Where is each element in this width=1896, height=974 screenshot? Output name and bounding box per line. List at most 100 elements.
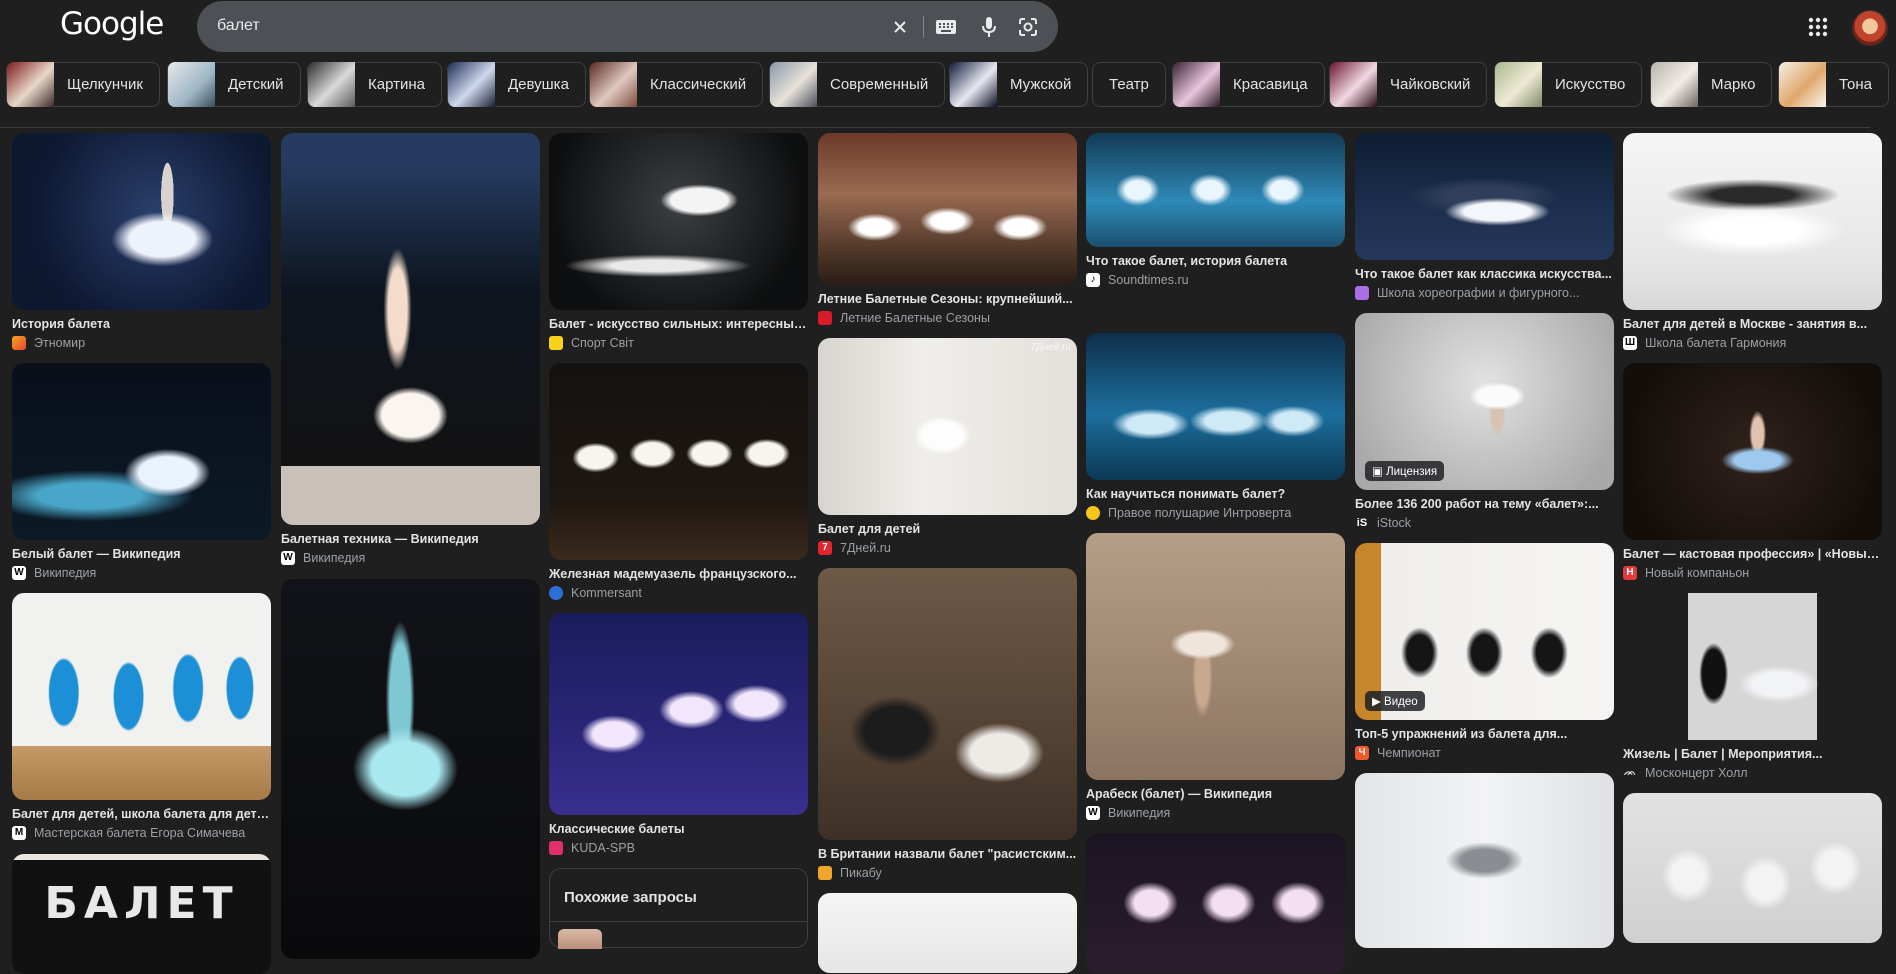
- result-image[interactable]: [281, 579, 540, 959]
- result-card[interactable]: 7Дней.ru Балет для детей 7 7Дней.ru: [818, 338, 1077, 556]
- result-image[interactable]: [549, 363, 808, 560]
- chip-klassicheskiy[interactable]: Классический: [589, 62, 764, 107]
- result-title[interactable]: Белый балет — Википедия: [12, 546, 271, 562]
- result-source[interactable]: Н Новый компаньон: [1623, 564, 1882, 581]
- result-card[interactable]: Как научиться понимать балет? Правое пол…: [1086, 333, 1345, 521]
- result-source[interactable]: Летние Балетные Сезоны: [818, 309, 1077, 326]
- result-card[interactable]: Балет для детей, школа балета для дете..…: [12, 593, 271, 841]
- result-image[interactable]: [549, 133, 808, 310]
- result-source[interactable]: ᨏ Москонцерт Холл: [1623, 764, 1882, 781]
- chip-tona[interactable]: Тона: [1778, 62, 1889, 107]
- result-source[interactable]: Ш Школа балета Гармония: [1623, 334, 1882, 351]
- chip-sovremenniy[interactable]: Современный: [769, 62, 946, 107]
- result-title[interactable]: Балет для детей в Москве - занятия в...: [1623, 316, 1882, 332]
- result-card[interactable]: В Британии назвали балет "расистским... …: [818, 568, 1077, 881]
- keyboard-icon[interactable]: [933, 14, 959, 40]
- result-card[interactable]: Что такое балет как классика искусства..…: [1355, 133, 1614, 301]
- result-source[interactable]: 7 7Дней.ru: [818, 539, 1077, 556]
- result-title[interactable]: Топ-5 упражнений из балета для...: [1355, 726, 1614, 742]
- result-image[interactable]: [1355, 133, 1614, 260]
- result-image[interactable]: ▣ Лицензия: [1355, 313, 1614, 490]
- result-image[interactable]: [1086, 533, 1345, 780]
- result-title[interactable]: Балет — кастовая профессия» | «Новый...: [1623, 546, 1882, 562]
- result-card[interactable]: Что такое балет, история балета ♪ Soundti…: [1086, 133, 1345, 288]
- result-title[interactable]: Более 136 200 работ на тему «балет»:...: [1355, 496, 1614, 512]
- result-card[interactable]: Белый балет — Википедия W Википедия: [12, 363, 271, 581]
- result-source[interactable]: Ч Чемпионат: [1355, 744, 1614, 761]
- chip-krasavitsa[interactable]: Красавица: [1172, 62, 1325, 107]
- result-card[interactable]: История балета Этномир: [12, 133, 271, 351]
- account-avatar[interactable]: [1852, 10, 1888, 46]
- result-source[interactable]: iS iStock: [1355, 514, 1614, 531]
- result-title[interactable]: В Британии назвали балет "расистским...: [818, 846, 1077, 862]
- result-source[interactable]: ♪ Soundtimes.ru: [1086, 271, 1345, 288]
- result-card[interactable]: [1623, 793, 1882, 943]
- result-source[interactable]: W Википедия: [12, 564, 271, 581]
- result-image[interactable]: [818, 133, 1077, 285]
- result-source[interactable]: Школа хореографии и фигурного...: [1355, 284, 1614, 301]
- result-image[interactable]: [818, 568, 1077, 840]
- result-title[interactable]: Арабеск (балет) — Википедия: [1086, 786, 1345, 802]
- apps-grid-icon[interactable]: [1806, 15, 1830, 39]
- result-title[interactable]: Что такое балет как классика искусства..…: [1355, 266, 1614, 282]
- result-card[interactable]: [1355, 773, 1614, 948]
- result-title[interactable]: Балет для детей, школа балета для дете..…: [12, 806, 271, 822]
- result-card[interactable]: БАЛЕТ: [12, 854, 271, 974]
- chip-marko[interactable]: Марко: [1650, 62, 1773, 107]
- result-title[interactable]: Железная мадемуазель французского...: [549, 566, 808, 582]
- chip-iskusstvo[interactable]: Искусство: [1494, 62, 1643, 107]
- result-image[interactable]: [12, 363, 271, 540]
- mic-icon[interactable]: [976, 14, 1002, 40]
- result-card[interactable]: Балет для детей в Москве - занятия в... …: [1623, 133, 1882, 351]
- google-logo[interactable]: Google: [60, 6, 164, 42]
- result-title[interactable]: История балета: [12, 316, 271, 332]
- result-card[interactable]: Арабеск (балет) — Википедия W Википедия: [1086, 533, 1345, 821]
- result-image[interactable]: [549, 613, 808, 815]
- result-source[interactable]: Пикабу: [818, 864, 1077, 881]
- search-box[interactable]: [197, 1, 1058, 52]
- result-title[interactable]: Балетная техника — Википедия: [281, 531, 540, 547]
- result-card[interactable]: [281, 579, 540, 959]
- result-source[interactable]: Kommersant: [549, 584, 808, 601]
- chip-kartina[interactable]: Картина: [307, 62, 442, 107]
- result-card[interactable]: Балет — кастовая профессия» | «Новый... …: [1623, 363, 1882, 581]
- search-input[interactable]: [217, 15, 857, 37]
- result-card[interactable]: Жизель | Балет | Мероприятия... ᨏ Москонц…: [1623, 593, 1882, 781]
- result-image[interactable]: [1623, 133, 1882, 310]
- result-card[interactable]: [818, 893, 1077, 973]
- result-title[interactable]: Балет - искусство сильных: интересные...: [549, 316, 808, 332]
- result-card[interactable]: Классические балеты KUDA-SPB: [549, 613, 808, 856]
- chip-detskiy[interactable]: Детский: [167, 62, 301, 107]
- result-image[interactable]: ▶ Видео: [1355, 543, 1614, 720]
- result-card[interactable]: [1086, 833, 1345, 973]
- result-title[interactable]: Классические балеты: [549, 821, 808, 837]
- result-card[interactable]: Железная мадемуазель французского... Kom…: [549, 363, 808, 601]
- result-source[interactable]: М Мастерская балета Егора Симачева: [12, 824, 271, 841]
- clear-icon[interactable]: [887, 14, 913, 40]
- result-source[interactable]: Правое полушарие Интроверта: [1086, 504, 1345, 521]
- lens-icon[interactable]: [1015, 14, 1041, 40]
- result-title[interactable]: Балет для детей: [818, 521, 1077, 537]
- result-title[interactable]: Как научиться понимать балет?: [1086, 486, 1345, 502]
- result-image[interactable]: [1623, 363, 1882, 540]
- result-image[interactable]: 7Дней.ru: [818, 338, 1077, 515]
- result-card[interactable]: ▣ Лицензия Более 136 200 работ на тему «…: [1355, 313, 1614, 531]
- result-card[interactable]: Балетная техника — Википедия W Википедия: [281, 133, 540, 566]
- result-card[interactable]: Летние Балетные Сезоны: крупнейший... Ле…: [818, 133, 1077, 326]
- result-title[interactable]: Летние Балетные Сезоны: крупнейший...: [818, 291, 1077, 307]
- result-image[interactable]: [1623, 793, 1882, 943]
- result-source[interactable]: W Википедия: [1086, 804, 1345, 821]
- result-source[interactable]: W Википедия: [281, 549, 540, 566]
- result-image[interactable]: [1086, 133, 1345, 247]
- result-image[interactable]: [818, 893, 1077, 973]
- chip-teatr[interactable]: Театр: [1092, 62, 1166, 107]
- result-image[interactable]: [1086, 833, 1345, 973]
- result-source[interactable]: Этномир: [12, 334, 271, 351]
- chip-muzhskoy[interactable]: Мужской: [949, 62, 1089, 107]
- chip-devushka[interactable]: Девушка: [447, 62, 586, 107]
- result-source[interactable]: Спорт Світ: [549, 334, 808, 351]
- result-card[interactable]: Балет - искусство сильных: интересные...…: [549, 133, 808, 351]
- chip-chaykovskiy[interactable]: Чайковский: [1329, 62, 1488, 107]
- related-searches-panel[interactable]: Похожие запросы: [549, 868, 808, 949]
- chip-shchelkunchik[interactable]: Щелкунчик: [6, 62, 160, 107]
